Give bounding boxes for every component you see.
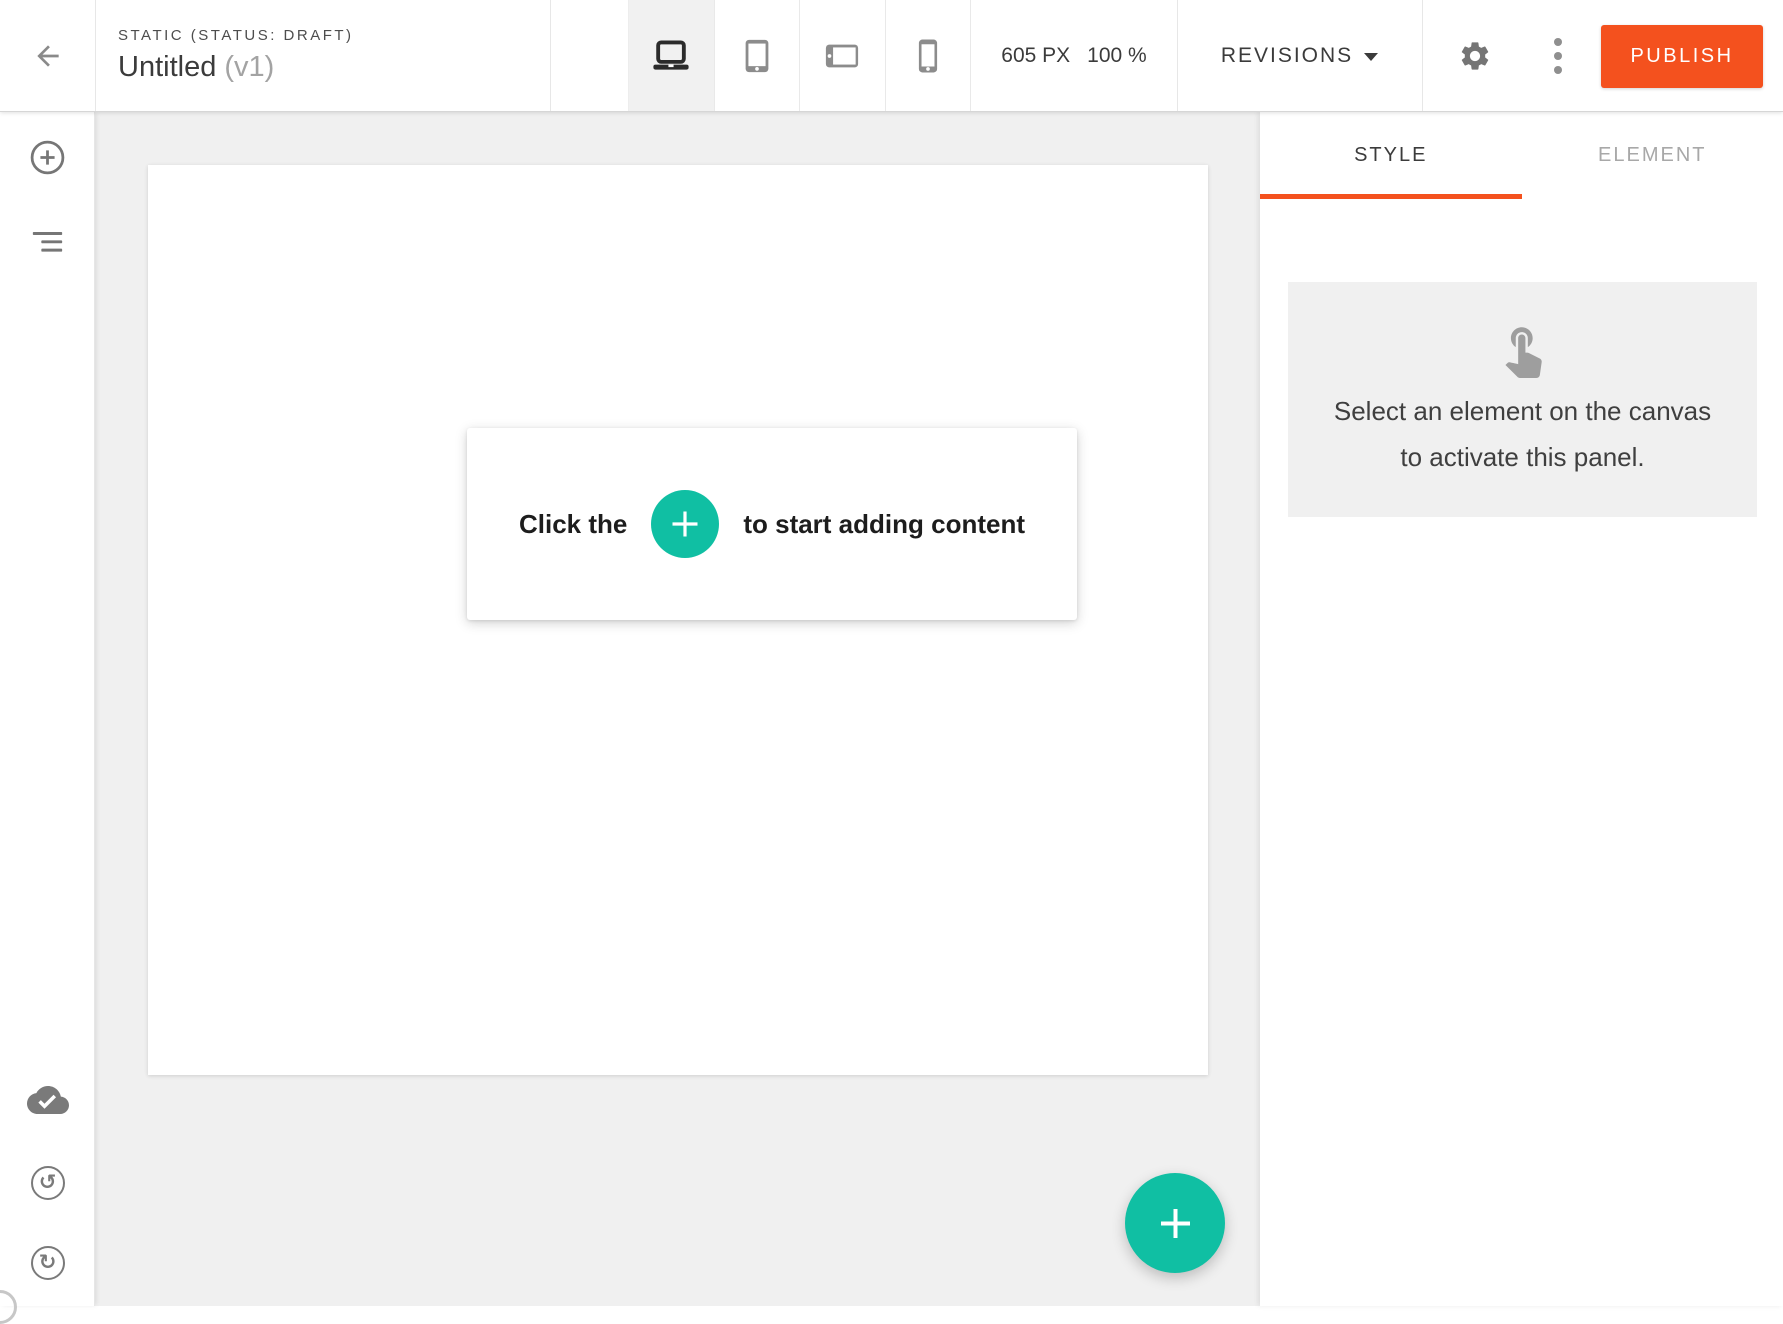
redo-icon: ↻ — [31, 1246, 65, 1280]
top-toolbar: STATIC (STATUS: DRAFT) Untitled(v1) — [0, 0, 1783, 112]
left-toolbar: ↺ ↻ — [0, 112, 95, 1306]
outline-structure-button[interactable] — [0, 210, 95, 274]
canvas-zoom-value: 100 % — [1087, 44, 1147, 68]
add-content-button[interactable] — [0, 125, 95, 189]
phone-icon — [907, 35, 949, 77]
document-title-block: STATIC (STATUS: DRAFT) Untitled(v1) — [118, 0, 354, 111]
empty-message-prefix: Click the — [519, 509, 627, 540]
panel-placeholder-box: Select an element on the canvas to activ… — [1288, 282, 1757, 517]
laptop-icon — [649, 34, 693, 78]
properties-panel: STYLE ELEMENT Select an element on the c… — [1260, 112, 1783, 1306]
device-phone-button[interactable] — [886, 0, 972, 111]
redo-button[interactable]: ↻ — [0, 1231, 95, 1295]
panel-tabs: STYLE ELEMENT — [1260, 112, 1783, 199]
publish-button[interactable]: PUBLISH — [1601, 25, 1763, 88]
active-tab-indicator — [1260, 194, 1522, 199]
divider — [1422, 0, 1423, 111]
add-content-fab[interactable] — [1125, 1173, 1225, 1273]
page-title: Untitled — [118, 51, 216, 83]
plus-icon — [1159, 1207, 1192, 1240]
clipped-circle-icon — [0, 1290, 17, 1324]
gear-icon — [1458, 39, 1492, 73]
empty-state-card: Click the to start adding content — [467, 428, 1077, 620]
undo-icon: ↺ — [31, 1166, 65, 1200]
tab-element[interactable]: ELEMENT — [1522, 112, 1783, 199]
settings-button[interactable] — [1443, 0, 1507, 111]
page-surface[interactable] — [148, 165, 1208, 1075]
undo-button[interactable]: ↺ — [0, 1151, 95, 1215]
cloud-saved-icon — [27, 1079, 69, 1121]
plus-icon — [670, 509, 700, 539]
device-desktop-button[interactable] — [629, 0, 715, 111]
outline-list-icon — [29, 224, 66, 261]
device-tablet-portrait-button[interactable] — [715, 0, 801, 111]
document-status-label: STATIC (STATUS: DRAFT) — [118, 27, 354, 44]
editor-canvas: Click the to start adding content — [95, 112, 1260, 1306]
add-content-circle-button[interactable] — [651, 490, 719, 558]
canvas-width-value: 605 PX — [1001, 44, 1070, 68]
divider — [550, 0, 551, 111]
tab-style[interactable]: STYLE — [1260, 112, 1522, 199]
tablet-landscape-icon — [821, 35, 863, 77]
kebab-menu-icon — [1554, 38, 1562, 74]
autosave-status — [0, 1068, 95, 1132]
back-arrow-icon — [32, 40, 64, 72]
add-circle-icon — [29, 139, 66, 176]
device-tablet-landscape-button[interactable] — [800, 0, 886, 111]
device-preview-switcher — [628, 0, 971, 111]
more-options-button[interactable] — [1530, 0, 1586, 111]
placeholder-text-line2: to activate this panel. — [1400, 434, 1644, 480]
chevron-down-icon — [1364, 53, 1378, 61]
divider — [95, 0, 96, 111]
version-label: (v1) — [224, 51, 274, 83]
revisions-dropdown[interactable]: REVISIONS — [1177, 0, 1422, 111]
empty-message-suffix: to start adding content — [743, 509, 1025, 540]
touch-pointer-icon — [1494, 320, 1552, 378]
tablet-portrait-icon — [736, 35, 778, 77]
placeholder-text-line1: Select an element on the canvas — [1334, 388, 1711, 434]
back-button[interactable] — [0, 0, 95, 111]
canvas-dimensions-readout: 605 PX 100 % — [971, 0, 1177, 111]
revisions-label: REVISIONS — [1221, 44, 1353, 68]
